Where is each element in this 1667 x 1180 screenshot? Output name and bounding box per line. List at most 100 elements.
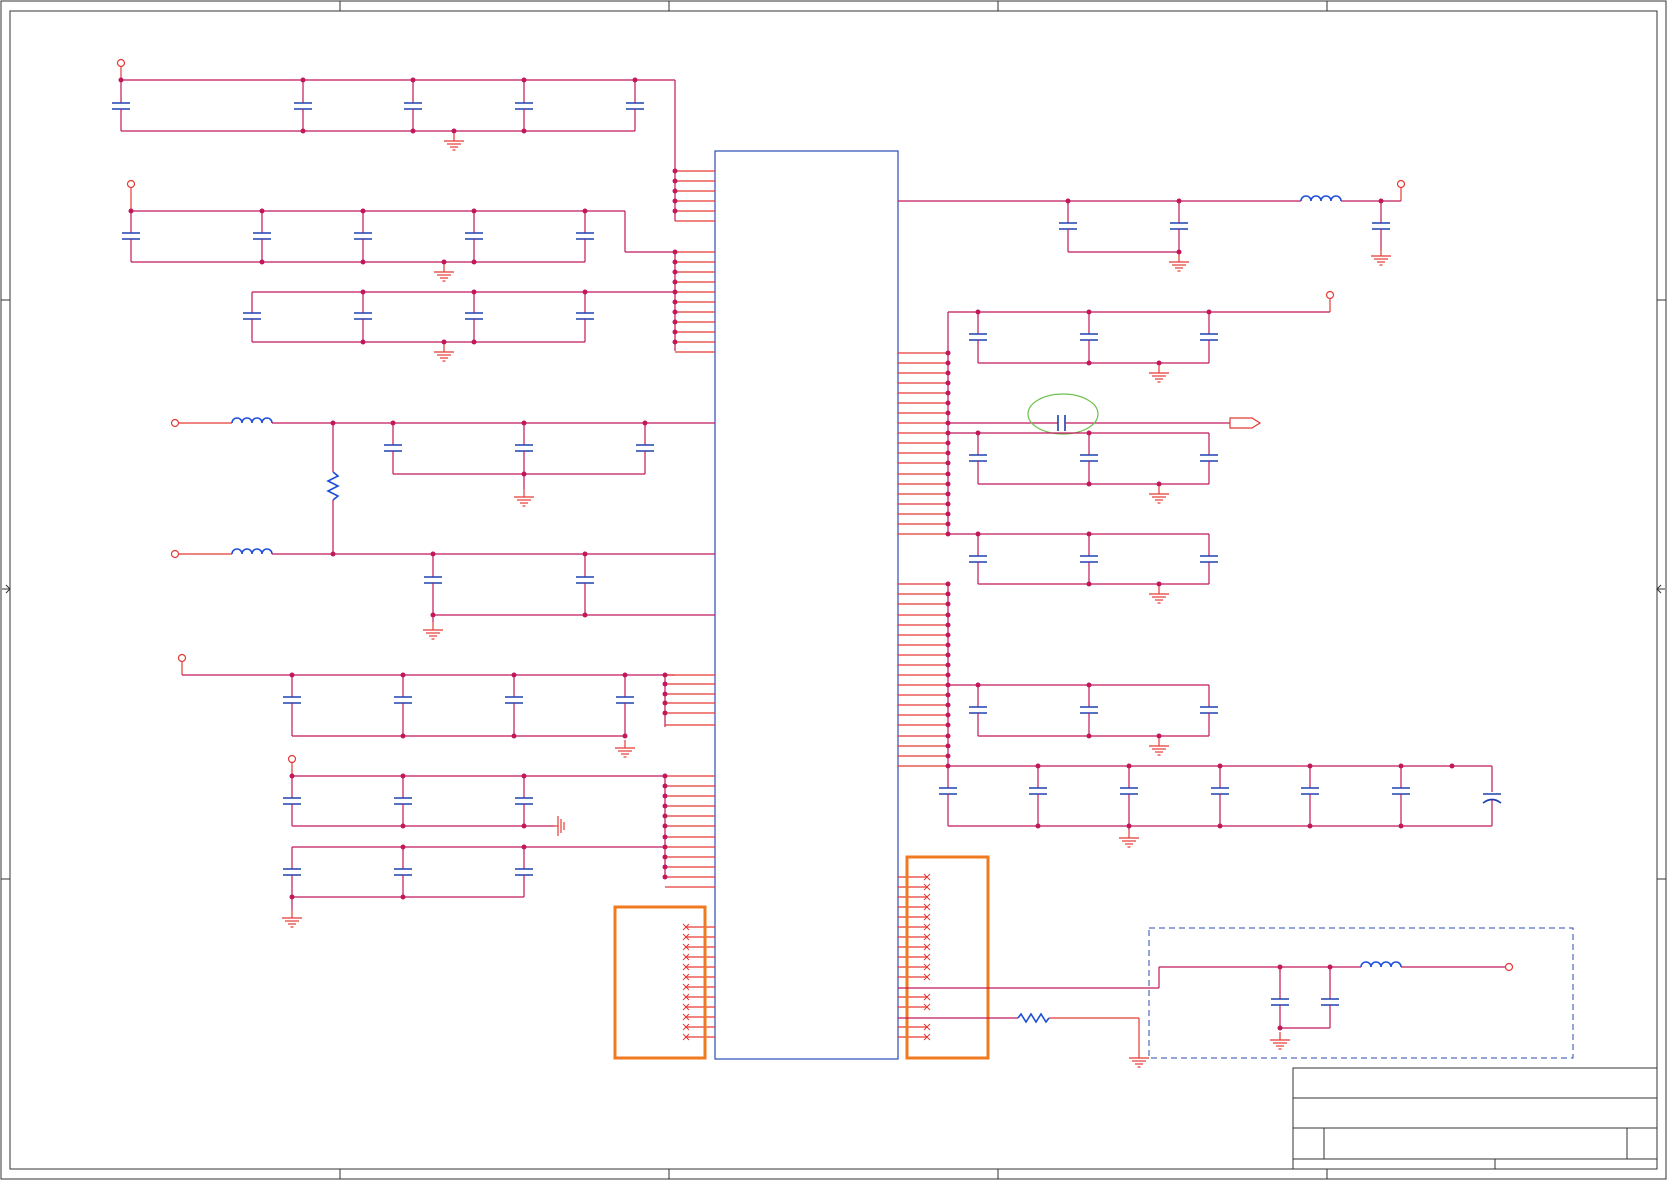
power-port-icon [126,179,136,189]
capacitor-icon [252,223,272,249]
capacitor-icon [514,435,534,461]
inductor-icon [1360,961,1402,968]
ground-icon [433,263,455,282]
right-cap-group-3 [948,531,1219,604]
right-cap-row-bottom [938,763,1502,848]
capacitor-icon [968,445,988,471]
capacitor-icon [575,223,595,249]
capacitor-icon [938,778,958,804]
capacitor-icon [121,223,141,249]
capacitor-icon [1391,778,1411,804]
bypass-capacitor[interactable] [948,393,1262,435]
capacitor-icon [575,567,595,593]
capacitor-icon [1079,546,1099,572]
inductor-icon [1300,195,1342,202]
capacitor-icon [282,859,302,885]
capacitor-icon [1371,213,1391,239]
right-cap-group-4 [948,682,1219,756]
right-supply-top [898,179,1406,272]
capacitor-icon [1058,213,1078,239]
ground-icon [1148,737,1170,756]
title-block [1292,1067,1658,1170]
capacitor-icon [1270,989,1290,1015]
right-nc-pin-group[interactable] [898,855,990,1060]
power-port-icon [116,58,126,68]
resistor-icon [1017,1012,1050,1024]
decoupling-group-6 [177,653,715,758]
decoupling-group-7 [282,754,666,876]
resistor-icon [326,471,340,501]
power-port-icon [177,653,187,663]
power-port-icon [170,418,180,428]
filtered-supply-2 [170,548,715,640]
ground-icon [422,621,444,640]
capacitor-icon [968,697,988,723]
right-pin-bus-1 [898,290,1335,537]
ground-icon [1370,247,1392,266]
capacitor-icon [1199,445,1219,471]
schematic-canvas [0,0,1667,1180]
capacitor-icon [464,223,484,249]
ground-icon [1128,1049,1150,1068]
capacitor-icon [968,324,988,350]
right-pin-bus-2 [898,581,951,769]
ground-icon [1269,1031,1291,1050]
capacitor-icon [615,687,635,713]
ground-icon [433,343,455,362]
filtered-supply-1 [170,417,715,554]
power-port-icon [1504,962,1514,972]
capacitor-icon [403,93,423,119]
capacitor-icon [282,687,302,713]
capacitor-icon [393,859,413,885]
power-port-icon [1396,179,1406,189]
capacitor-icon [242,303,262,329]
capacitor-icon [1079,324,1099,350]
capacitor-icon [1210,778,1230,804]
inductor-icon [231,417,273,424]
capacitor-icon [1079,697,1099,723]
inductor-icon [231,548,273,555]
power-port-icon [1325,290,1335,300]
capacitor-icon [1169,213,1189,239]
main-ic-body[interactable] [714,150,899,1060]
highlight-box-left [613,905,707,1060]
offpage-connector-icon [1229,417,1262,429]
capacitor-icon [383,435,403,461]
capacitor-icon [635,435,655,461]
capacitor-icon [504,687,524,713]
capacitor-icon [1028,778,1048,804]
left-nc-pin-group[interactable] [613,905,715,1060]
dashed-filter-region [1148,927,1574,1059]
capacitor-icon [575,303,595,329]
ground-icon [554,816,565,836]
highlight-ellipse [1027,393,1099,435]
capacitor-icon [293,93,313,119]
left-pin-bus-lower [662,773,715,888]
ground-icon [1148,364,1170,383]
capacitor-icon [1199,324,1219,350]
capacitor-icon [1199,546,1219,572]
capacitor-icon [1320,989,1340,1015]
ground-icon [1118,829,1140,848]
power-port-icon [287,754,297,764]
capacitor-icon [111,93,131,119]
ground-icon [1148,585,1170,604]
power-port-icon [170,549,180,559]
ground-icon [513,488,535,507]
capacitor-icon [514,859,534,885]
capacitor-icon [514,788,534,814]
capacitor-icon [1199,697,1219,723]
capacitor-icon [393,788,413,814]
capacitor-icon [1079,445,1099,471]
decoupling-group-8 [281,844,665,928]
decoupling-group-1 [111,58,715,222]
decoupling-group-2 [121,179,715,353]
output-nets [898,967,1160,1068]
decoupling-group-3 [242,289,675,362]
right-cap-group-2 [948,430,1219,504]
ground-icon [1168,253,1190,272]
capacitor-icon [423,567,443,593]
capacitor-icon [353,303,373,329]
capacitor-icon [464,303,484,329]
ground-icon [1148,485,1170,504]
